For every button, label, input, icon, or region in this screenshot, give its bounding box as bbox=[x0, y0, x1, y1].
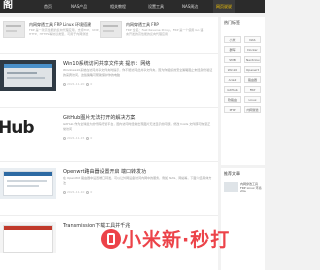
featured-card[interactable]: 内网穿透工具 FRP FRP 全名：Fast Reverse Proxy。FRP… bbox=[100, 21, 212, 51]
tag-link[interactable]: 小米 bbox=[224, 36, 241, 43]
tag-link[interactable]: NAS bbox=[244, 36, 261, 43]
featured-thumbnail[interactable] bbox=[100, 21, 122, 38]
nav-item-web-talk[interactable]: 网页说说 bbox=[213, 0, 235, 13]
widget-title: 推荐文章 bbox=[224, 171, 240, 176]
clock-icon bbox=[63, 136, 66, 140]
post-date: 2021-11-15 bbox=[67, 136, 85, 140]
tag-link[interactable]: PHP bbox=[224, 106, 241, 113]
tag-link[interactable]: Aria2 bbox=[224, 76, 241, 83]
eye-icon bbox=[86, 82, 90, 86]
tag-link[interactable]: 软路由 bbox=[224, 96, 241, 103]
watermark-logo-icon bbox=[101, 229, 121, 249]
post-title[interactable]: GitHub图片无法打开的解决方案 bbox=[63, 114, 213, 121]
recommended-widget: 推荐文章 内网穿透工具 FRP Linux 环境搭建 bbox=[221, 168, 265, 270]
watermark-text: 小米新·秒打 bbox=[122, 229, 231, 251]
post-excerpt: 在 OpenWrt 路由器中设置端口转发，可以让外网设备访问内网中的服务，例如 … bbox=[63, 176, 212, 185]
nav-item-tools[interactable]: 设置工具 bbox=[148, 0, 164, 13]
tag-cloud-widget: 热门标签 小米 NAS 群晖 Docker SMB Nextcloud Win1… bbox=[221, 17, 265, 165]
recommended-thumbnail[interactable] bbox=[224, 182, 238, 192]
post-thumbnail[interactable]: Hub bbox=[0, 114, 56, 145]
nav-item-tutorials[interactable]: 相关教程 bbox=[110, 0, 126, 13]
tag-link[interactable]: Win10 bbox=[224, 66, 241, 73]
tag-link[interactable]: Nextcloud bbox=[244, 56, 261, 63]
tag-link[interactable]: GitHub bbox=[224, 86, 241, 93]
featured-desc: FRP 是一款高性能的反向代理应用，支持TCP、UDP、HTTP、HTTPS等协… bbox=[29, 28, 102, 36]
list-item: Win10系统访问共享文件夹 提示：网络 Windows10系统在访问共享文件夹… bbox=[0, 53, 218, 93]
post-excerpt: GitHub 作为全球最大的代码托管平台，国内访问时经常出现图片无法显示的问题，… bbox=[63, 122, 211, 131]
post-meta: 2021-11-15 0 bbox=[63, 136, 213, 141]
post-views: 0 bbox=[90, 190, 93, 194]
featured-row: 内网穿透工具 FRP Linux 环境搭建 FRP 是一款高性能的反向代理应用，… bbox=[0, 17, 218, 53]
nav-item-home[interactable]: 首页 bbox=[44, 0, 52, 13]
tag-link[interactable]: Openwrt bbox=[244, 66, 261, 73]
post-views: 0 bbox=[90, 82, 93, 86]
tag-link[interactable]: 路由器 bbox=[244, 76, 261, 83]
eye-icon bbox=[86, 136, 90, 140]
site-logo[interactable]: 阁 bbox=[3, 0, 15, 11]
tag-link[interactable]: FRP bbox=[244, 86, 261, 93]
post-thumbnail[interactable] bbox=[0, 222, 56, 253]
tag-link[interactable]: SMB bbox=[224, 56, 241, 63]
post-title[interactable]: Win10系统访问共享文件夹 提示：网络 bbox=[63, 60, 213, 67]
clock-icon bbox=[63, 82, 66, 86]
nav-item-nas-products[interactable]: NAS产品 bbox=[71, 0, 87, 13]
tag-link[interactable]: 群晖 bbox=[224, 46, 241, 53]
eye-icon bbox=[86, 190, 90, 194]
post-meta: 2021-11-20 0 bbox=[63, 82, 213, 87]
post-date: 2021-11-10 bbox=[67, 190, 85, 194]
recommended-title[interactable]: 内网穿透工具 FRP Linux 环境搭建 bbox=[240, 182, 264, 192]
featured-card[interactable]: 内网穿透工具 FRP Linux 环境搭建 FRP 是一款高性能的反向代理应用，… bbox=[3, 21, 108, 51]
post-excerpt: Windows10系统在访问共享文件夹时提示，你不能访问此共享文件夹，因为你组织… bbox=[63, 68, 213, 77]
post-meta: 2021-11-10 0 bbox=[63, 190, 213, 195]
tag-link[interactable]: Linux bbox=[244, 96, 261, 103]
nav-item-nas-peripherals[interactable]: NAS周边 bbox=[182, 0, 198, 13]
post-date: 2021-11-20 bbox=[67, 82, 85, 86]
top-navbar: 阁 首页 NAS产品 相关教程 设置工具 NAS周边 网页说说 bbox=[0, 0, 265, 13]
list-item: Hub GitHub图片无法打开的解决方案 GitHub 作为全球最大的代码托管… bbox=[0, 107, 218, 147]
tag-link[interactable]: Docker bbox=[244, 46, 261, 53]
widget-title: 热门标签 bbox=[224, 20, 240, 25]
post-thumbnail[interactable] bbox=[0, 60, 56, 91]
post-thumbnail[interactable] bbox=[0, 168, 56, 199]
post-views: 0 bbox=[90, 136, 93, 140]
github-wordmark-icon: Hub bbox=[0, 118, 34, 138]
post-title[interactable]: Openwrt路由器设置开启 端口转发功 bbox=[63, 168, 213, 175]
clock-icon bbox=[63, 190, 66, 194]
tag-link[interactable]: 内网穿透 bbox=[244, 106, 261, 113]
featured-thumbnail[interactable] bbox=[3, 21, 25, 38]
list-item: Openwrt路由器设置开启 端口转发功 在 OpenWrt 路由器中设置端口转… bbox=[0, 161, 218, 201]
featured-desc: FRP 全名：Fast Reverse Proxy。FRP 是一个使用 Go 语… bbox=[126, 28, 204, 36]
